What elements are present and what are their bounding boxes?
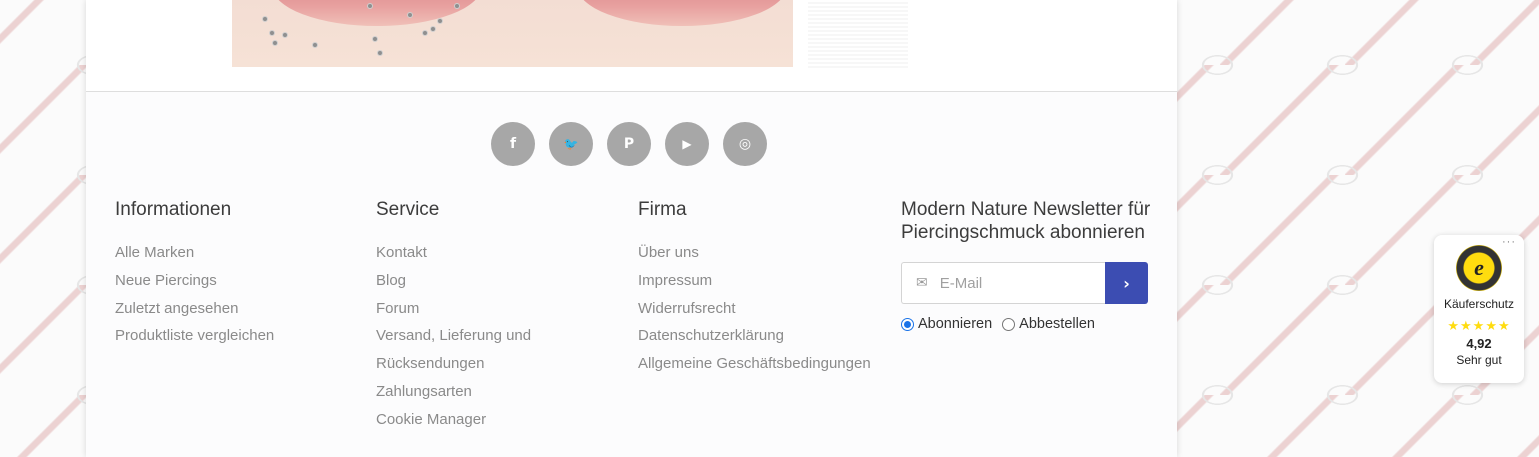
radio-button-checked[interactable] xyxy=(901,317,914,331)
stud xyxy=(262,16,268,22)
newsletter-submit-button[interactable]: › xyxy=(1105,262,1148,304)
facebook-button[interactable]: f xyxy=(491,122,535,166)
trusted-shops-badge[interactable]: ··· e Käuferschutz ★★★★★ 4,92 Sehr gut xyxy=(1434,235,1524,383)
footer-link[interactable]: Widerrufsrecht xyxy=(638,295,888,323)
instagram-icon: ◎ xyxy=(738,136,752,152)
lips-piercing-image xyxy=(232,0,793,67)
lip-right xyxy=(577,0,787,26)
footer-heading: Service xyxy=(376,199,440,220)
stud xyxy=(272,40,278,46)
footer-heading: Firma xyxy=(638,199,687,220)
more-options-icon[interactable]: ··· xyxy=(1502,236,1516,248)
newsletter: Modern Nature Newsletter für Piercingsch… xyxy=(901,198,1151,332)
twitter-icon: 🐦 xyxy=(563,137,579,151)
rating-score: 4,92 xyxy=(1466,336,1492,351)
newsletter-options: Abonnieren Abbestellen xyxy=(901,316,1151,332)
envelope-icon: ✉ xyxy=(916,275,928,291)
footer-heading: Informationen xyxy=(115,199,232,220)
stud xyxy=(372,36,378,42)
youtube-button[interactable]: ▶ xyxy=(665,122,709,166)
radio-label: Abonnieren xyxy=(918,316,993,332)
footer-col-service: Service Kontakt Blog Forum Versand, Lief… xyxy=(376,198,616,434)
radio-abbestellen[interactable]: Abbestellen xyxy=(1002,316,1095,332)
twitter-button[interactable]: 🐦 xyxy=(549,122,593,166)
stud xyxy=(430,26,436,32)
chevron-right-icon: › xyxy=(1123,273,1130,293)
facebook-icon: f xyxy=(509,136,517,152)
footer-col-firma: Firma Über uns Impressum Widerrufsrecht … xyxy=(638,198,888,378)
footer-link[interactable]: Datenschutzerklärung xyxy=(638,322,888,350)
stud xyxy=(312,42,318,48)
pinterest-icon: P xyxy=(623,136,635,152)
rating-stars-icon: ★★★★★ xyxy=(1447,319,1511,334)
email-field[interactable] xyxy=(939,274,1080,292)
footer-col-informationen: Informationen Alle Marken Neue Piercings… xyxy=(115,198,355,350)
footer-link[interactable]: Rücksendungen xyxy=(376,350,616,378)
stud xyxy=(269,30,275,36)
stud xyxy=(454,3,460,9)
stud xyxy=(407,12,413,18)
stud xyxy=(437,18,443,24)
footer-link[interactable]: Kontakt xyxy=(376,239,616,267)
footer-link[interactable]: Zuletzt angesehen xyxy=(115,295,355,323)
radio-button[interactable] xyxy=(1002,317,1016,331)
trusted-shops-seal-icon: e xyxy=(1456,245,1502,291)
footer-link[interactable]: Alle Marken xyxy=(115,239,355,267)
seal-letter: e xyxy=(1474,255,1484,280)
footer-link[interactable]: Allgemeine Geschäftsbedingungen xyxy=(638,350,888,378)
radio-abonnieren[interactable]: Abonnieren xyxy=(901,316,992,332)
footer-link[interactable]: Impressum xyxy=(638,267,888,295)
pinterest-button[interactable]: P xyxy=(607,122,651,166)
newsletter-heading: Modern Nature Newsletter für Piercingsch… xyxy=(901,199,1151,243)
footer-link[interactable]: Produktliste vergleichen xyxy=(115,322,355,350)
footer-link[interactable]: Über uns xyxy=(638,239,888,267)
page-container: f 🐦 P ▶ ◎ Informationen Alle Marken Neue… xyxy=(86,0,1177,457)
youtube-icon: ▶ xyxy=(682,137,692,151)
stud xyxy=(422,30,428,36)
footer-link[interactable]: Blog xyxy=(376,267,616,295)
newsletter-form: ✉ › xyxy=(901,262,1148,304)
radio-label: Abbestellen xyxy=(1019,316,1095,332)
footer-link[interactable]: Zahlungsarten xyxy=(376,378,616,406)
side-image xyxy=(808,0,908,68)
lip-left xyxy=(272,0,482,26)
footer-link[interactable]: Neue Piercings xyxy=(115,267,355,295)
stud xyxy=(377,50,383,56)
rating-text: Sehr gut xyxy=(1456,353,1502,367)
instagram-button[interactable]: ◎ xyxy=(723,122,767,166)
buyer-protection-label: Käuferschutz xyxy=(1443,297,1515,311)
stud xyxy=(367,3,373,9)
footer-link[interactable]: Versand, Lieferung und xyxy=(376,322,616,350)
footer-link[interactable]: Forum xyxy=(376,295,616,323)
stud xyxy=(282,32,288,38)
email-field-wrapper: ✉ xyxy=(901,262,1105,304)
social-links: f 🐦 P ▶ ◎ xyxy=(491,122,767,166)
footer-link[interactable]: Cookie Manager xyxy=(376,406,616,434)
